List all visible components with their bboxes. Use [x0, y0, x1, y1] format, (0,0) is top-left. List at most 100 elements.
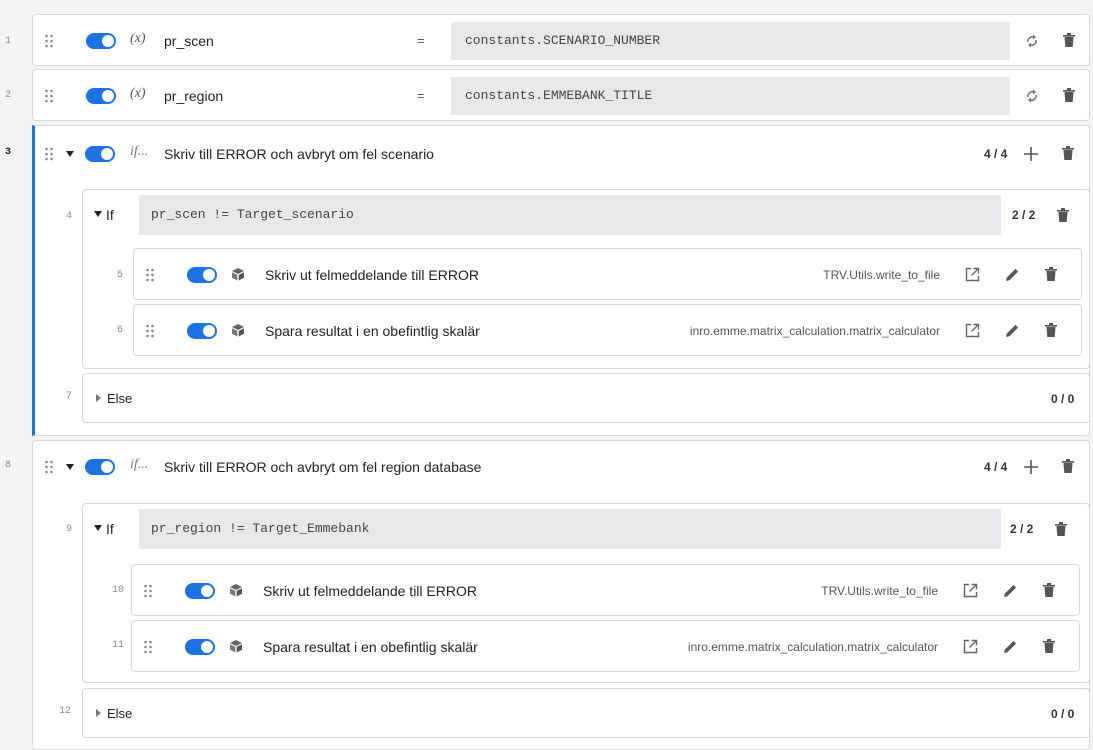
line-number: 4 [65, 211, 72, 222]
caret-down-icon[interactable] [66, 151, 74, 157]
line-number: 5 [116, 270, 123, 281]
tool-box-icon [230, 584, 242, 597]
step-count: 2 / 2 [1010, 522, 1034, 536]
drag-handle-icon[interactable] [44, 34, 54, 48]
if-symbol: if... [130, 144, 149, 159]
tool-title: Skriv ut felmeddelande till ERROR [265, 267, 479, 283]
expression-field[interactable]: constants.SCENARIO_NUMBER [451, 22, 1010, 60]
enable-toggle[interactable] [185, 639, 215, 655]
pencil-icon[interactable] [1003, 639, 1018, 654]
trash-icon[interactable] [1062, 32, 1076, 48]
equals-sign: = [417, 88, 425, 103]
tool-row: Spara resultat i en obefintlig skalär in… [131, 620, 1080, 672]
enable-toggle[interactable] [86, 33, 116, 49]
drag-handle-icon[interactable] [44, 147, 54, 161]
pencil-icon[interactable] [1003, 583, 1018, 598]
open-external-icon[interactable] [965, 323, 980, 338]
trash-icon[interactable] [1044, 266, 1058, 282]
line-number: 12 [58, 706, 71, 717]
if-branch: If pr_scen != Target_scenario 2 / 2 5 Sk… [82, 189, 1090, 369]
else-branch[interactable]: Else 0 / 0 [82, 373, 1090, 423]
step-count: 0 / 0 [1051, 392, 1075, 406]
open-external-icon[interactable] [963, 583, 978, 598]
line-number: 8 [4, 460, 11, 471]
if-branch: If pr_region != Target_Emmebank 2 / 2 10… [82, 503, 1090, 683]
line-number: 6 [116, 325, 123, 336]
tool-function: inro.emme.matrix_calculation.matrix_calc… [687, 640, 938, 654]
enable-toggle[interactable] [85, 459, 115, 475]
trash-icon[interactable] [1044, 322, 1058, 338]
drag-handle-icon[interactable] [44, 460, 54, 474]
enable-toggle[interactable] [187, 267, 217, 283]
line-number: 11 [111, 640, 124, 651]
drag-handle-icon[interactable] [145, 324, 155, 338]
caret-right-icon[interactable] [96, 709, 101, 717]
pencil-icon[interactable] [1005, 267, 1020, 282]
block-title: Skriv till ERROR och avbryt om fel scena… [164, 146, 434, 162]
enable-toggle[interactable] [85, 146, 115, 162]
line-number: 1 [4, 36, 11, 47]
drag-handle-icon[interactable] [143, 640, 153, 654]
variable-name: pr_region [164, 88, 224, 104]
trash-icon[interactable] [1042, 638, 1056, 654]
expression-field[interactable]: constants.EMMEBANK_TITLE [451, 77, 1010, 115]
step-count: 0 / 0 [1051, 707, 1075, 721]
if-symbol: if... [130, 457, 149, 472]
enable-toggle[interactable] [86, 88, 116, 104]
else-label: Else [107, 706, 133, 721]
line-number: 3 [4, 147, 11, 158]
tool-title: Skriv ut felmeddelande till ERROR [263, 583, 477, 599]
caret-down-icon[interactable] [94, 525, 102, 531]
tool-box-icon [230, 640, 242, 653]
step-count: 2 / 2 [1012, 208, 1036, 222]
if-label: If [106, 521, 114, 537]
else-label: Else [107, 391, 133, 406]
condition-field[interactable]: pr_region != Target_Emmebank [139, 509, 1001, 549]
caret-right-icon[interactable] [96, 394, 101, 402]
swap-icon[interactable] [1024, 88, 1040, 104]
caret-down-icon[interactable] [66, 464, 74, 470]
tool-function: TRV.Utils.write_to_file [821, 584, 938, 598]
swap-icon[interactable] [1024, 33, 1040, 49]
drag-handle-icon[interactable] [44, 89, 54, 103]
step-count: 4 / 4 [984, 460, 1008, 474]
tool-row: Skriv ut felmeddelande till ERROR TRV.Ut… [133, 248, 1082, 300]
variable-row: (x) pr_region = constants.EMMEBANK_TITLE [32, 69, 1090, 121]
plus-icon[interactable] [1023, 459, 1039, 475]
trash-icon[interactable] [1056, 207, 1070, 223]
drag-handle-icon[interactable] [143, 584, 153, 598]
tool-function: TRV.Utils.write_to_file [823, 268, 940, 282]
tool-function: inro.emme.matrix_calculation.matrix_calc… [689, 324, 940, 338]
tool-box-icon [232, 268, 244, 281]
line-number: 9 [65, 524, 72, 535]
tool-row: Skriv ut felmeddelande till ERROR TRV.Ut… [131, 564, 1080, 616]
line-number: 2 [4, 90, 11, 101]
if-block: if... Skriv till ERROR och avbryt om fel… [32, 440, 1090, 750]
if-block: if... Skriv till ERROR och avbryt om fel… [32, 125, 1090, 436]
trash-icon[interactable] [1054, 521, 1068, 537]
open-external-icon[interactable] [963, 639, 978, 654]
variable-name: pr_scen [164, 33, 214, 49]
line-number: 10 [111, 585, 124, 596]
pencil-icon[interactable] [1005, 323, 1020, 338]
trash-icon[interactable] [1062, 87, 1076, 103]
equals-sign: = [417, 33, 425, 48]
tool-title: Spara resultat i en obefintlig skalär [263, 639, 478, 655]
trash-icon[interactable] [1042, 582, 1056, 598]
plus-icon[interactable] [1023, 146, 1039, 162]
else-branch[interactable]: Else 0 / 0 [82, 688, 1090, 738]
enable-toggle[interactable] [185, 583, 215, 599]
condition-field[interactable]: pr_scen != Target_scenario [139, 195, 1001, 235]
drag-handle-icon[interactable] [145, 268, 155, 282]
variable-symbol: (x) [130, 86, 146, 101]
if-label: If [106, 207, 114, 223]
trash-icon[interactable] [1061, 145, 1075, 161]
caret-down-icon[interactable] [94, 211, 102, 217]
tool-row: Spara resultat i en obefintlig skalär in… [133, 304, 1082, 356]
line-number: 7 [65, 391, 72, 402]
enable-toggle[interactable] [187, 323, 217, 339]
trash-icon[interactable] [1061, 458, 1075, 474]
tool-title: Spara resultat i en obefintlig skalär [265, 323, 480, 339]
step-count: 4 / 4 [984, 147, 1008, 161]
open-external-icon[interactable] [965, 267, 980, 282]
